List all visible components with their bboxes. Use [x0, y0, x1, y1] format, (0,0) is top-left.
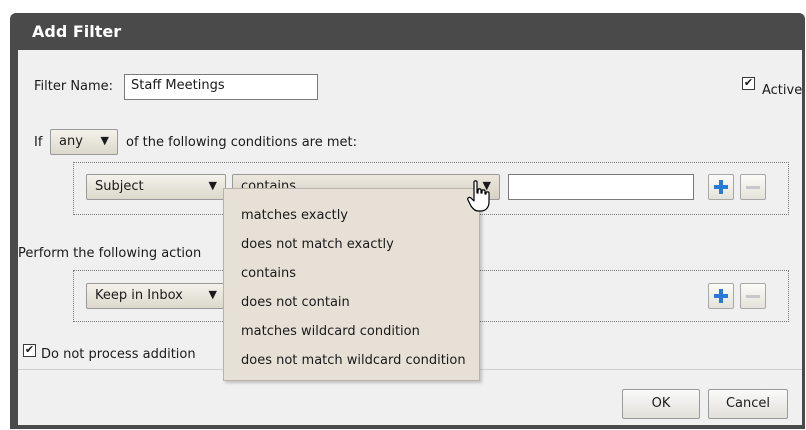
menu-item-matches-exactly[interactable]: matches exactly: [241, 208, 348, 223]
stop-processing-checkbox[interactable]: ✔: [23, 344, 36, 357]
cancel-button[interactable]: Cancel: [708, 389, 788, 419]
remove-condition-button[interactable]: [740, 174, 766, 200]
condition-field-select[interactable]: Subject ▼: [86, 174, 226, 200]
hand-cursor-icon: [467, 180, 490, 212]
add-condition-button[interactable]: [708, 174, 734, 200]
filter-name-label: Filter Name:: [34, 79, 114, 94]
filter-name-input[interactable]: Staff Meetings: [124, 74, 318, 100]
operator-dropdown-menu: matches exactly does not match exactly c…: [223, 188, 480, 381]
add-action-button[interactable]: [708, 283, 734, 309]
chevron-down-icon: ▼: [208, 179, 217, 192]
dialog-titlebar[interactable]: Add Filter: [10, 13, 805, 50]
if-label: If: [34, 135, 43, 150]
dialog-title: Add Filter: [32, 22, 122, 41]
condition-field-value: Subject: [95, 179, 144, 194]
condition-value-input[interactable]: [508, 174, 694, 200]
menu-item-contains[interactable]: contains: [241, 266, 296, 281]
actions-label: Perform the following action: [18, 246, 202, 261]
remove-action-button[interactable]: [740, 283, 766, 309]
conditions-label: of the following conditions are met:: [126, 135, 358, 150]
chevron-down-icon: ▼: [100, 134, 109, 147]
active-label: Active: [762, 83, 803, 98]
menu-item-does-not-match-exactly[interactable]: does not match exactly: [241, 237, 394, 252]
active-checkbox[interactable]: ✔: [742, 77, 755, 90]
chevron-down-icon: ▼: [208, 288, 217, 301]
menu-item-does-not-match-wildcard[interactable]: does not match wildcard condition: [241, 353, 466, 368]
ok-button[interactable]: OK: [622, 389, 700, 419]
action-select[interactable]: Keep in Inbox ▼: [86, 283, 226, 309]
stop-processing-label: Do not process addition: [41, 347, 196, 362]
menu-item-does-not-contain[interactable]: does not contain: [241, 295, 350, 310]
match-type-select[interactable]: any ▼: [50, 129, 118, 155]
match-type-value: any: [59, 134, 83, 149]
action-value: Keep in Inbox: [95, 288, 183, 303]
menu-item-matches-wildcard[interactable]: matches wildcard condition: [241, 324, 420, 339]
